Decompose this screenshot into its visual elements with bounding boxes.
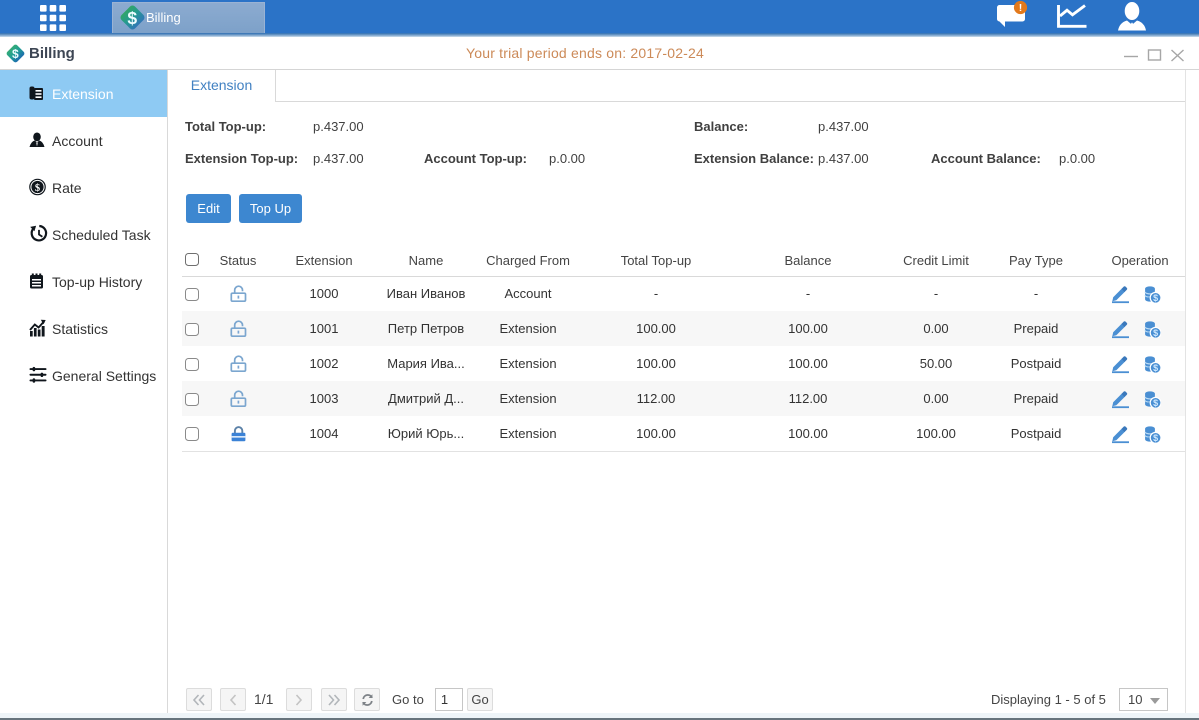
svg-text:$: $ — [35, 182, 40, 193]
svg-text:!: ! — [1019, 2, 1023, 14]
svg-text:$: $ — [127, 8, 137, 28]
svg-text:$: $ — [12, 47, 19, 61]
